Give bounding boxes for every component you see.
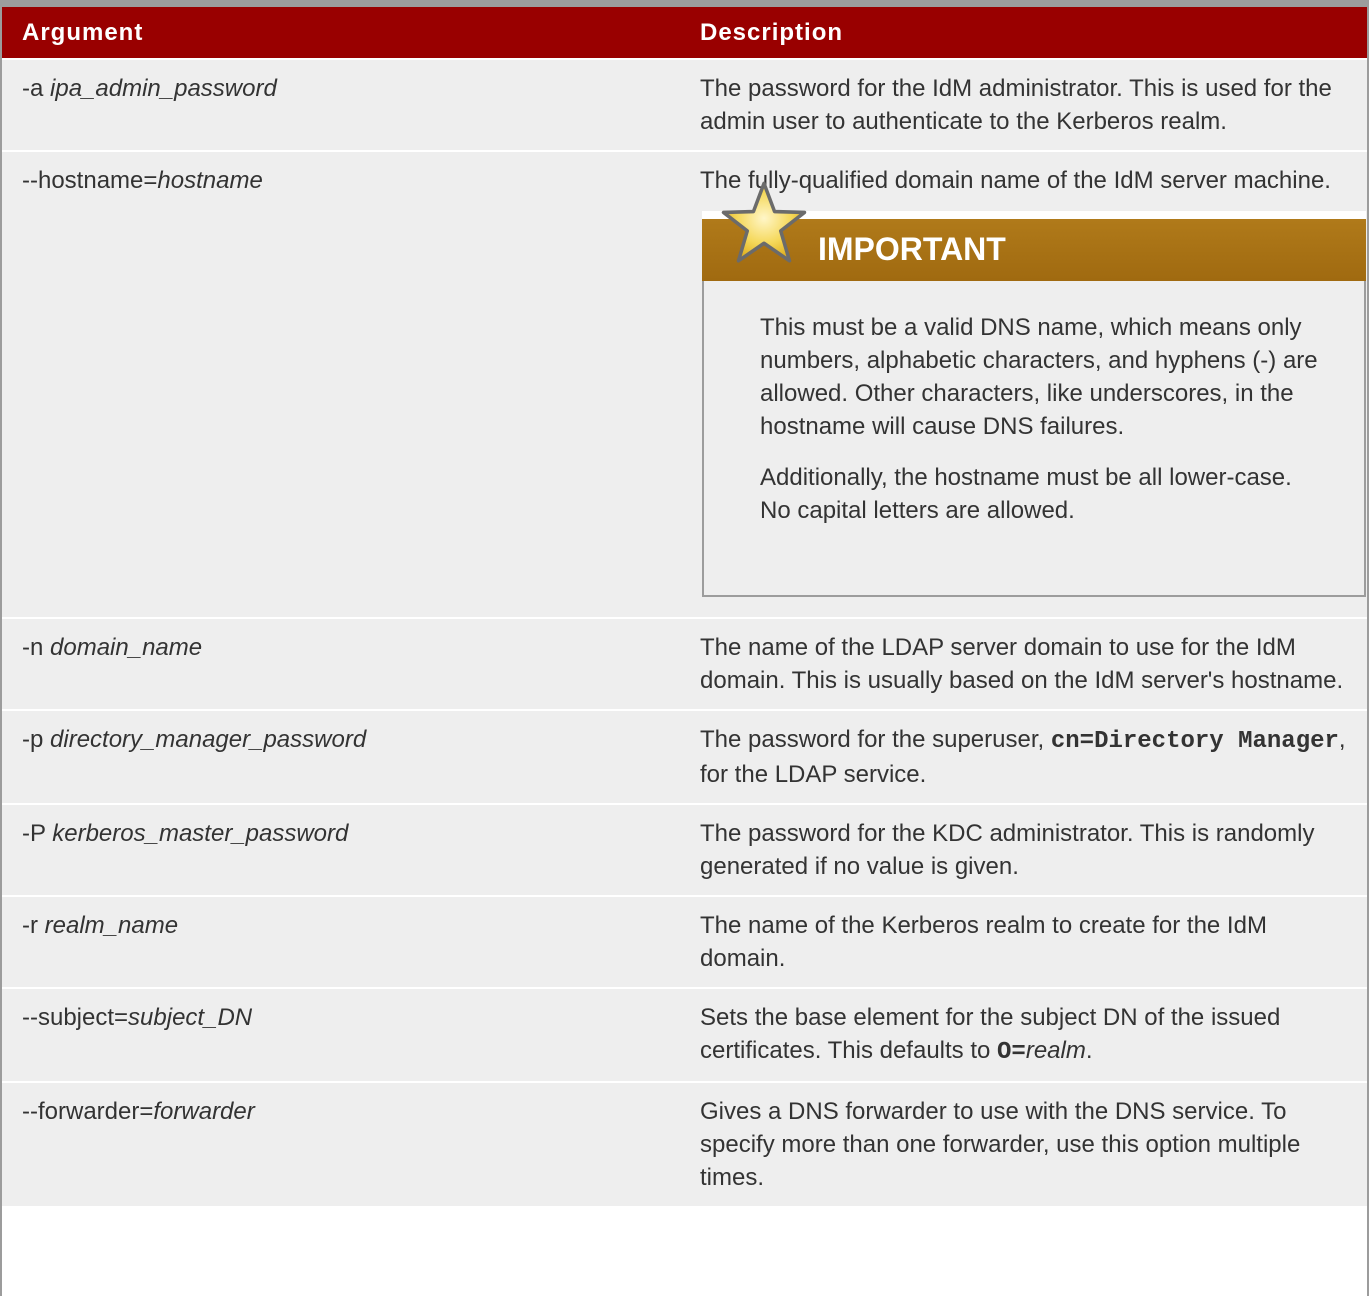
important-header: IMPORTANT: [702, 181, 1366, 281]
code-literal: cn=Directory Manager: [1050, 728, 1339, 755]
description-cell: The name of the Kerberos realm to create…: [681, 895, 1367, 988]
argument-cell: --subject=subject_DN: [2, 987, 681, 1082]
table-row: -a ipa_admin_password The password for t…: [2, 58, 1367, 151]
important-title: IMPORTANT: [818, 231, 1006, 267]
description-cell: The password for the KDC administrator. …: [681, 803, 1367, 896]
important-admonition: IMPORTANT This must be a valid DNS name,…: [702, 181, 1366, 597]
argument-cell: -p directory_manager_password: [2, 709, 681, 804]
star-icon: [721, 181, 807, 263]
description-cell: The password for the superuser, cn=Direc…: [681, 709, 1367, 804]
header-argument: Argument: [2, 7, 681, 59]
table-row: --forwarder=forwarder Gives a DNS forwar…: [2, 1081, 1367, 1206]
table-row: -r realm_name The name of the Kerberos r…: [2, 895, 1367, 988]
description-cell: The name of the LDAP server domain to us…: [681, 617, 1367, 710]
description-cell: The password for the IdM administrator. …: [681, 58, 1367, 151]
argument-cell: --hostname=hostname: [2, 150, 681, 618]
header-description: Description: [681, 7, 1367, 59]
description-cell: The fully-qualified domain name of the I…: [681, 150, 1367, 618]
important-paragraph: Additionally, the hostname must be all l…: [760, 464, 1292, 524]
important-body: This must be a valid DNS name, which mea…: [702, 281, 1366, 597]
important-paragraph: This must be a valid DNS name, which mea…: [760, 314, 1318, 440]
table-row: -n domain_name The name of the LDAP serv…: [2, 617, 1367, 710]
table-row: --hostname=hostname The fully-qualified …: [2, 150, 1367, 618]
table-header-row: Argument Description: [2, 7, 1367, 59]
argument-cell: -r realm_name: [2, 895, 681, 988]
argument-cell: -n domain_name: [2, 617, 681, 710]
table-row: -P kerberos_master_password The password…: [2, 803, 1367, 896]
argument-cell: -a ipa_admin_password: [2, 58, 681, 151]
code-literal: O=: [997, 1039, 1026, 1066]
arguments-table: Argument Description -a ipa_admin_passwo…: [2, 7, 1367, 1206]
description-cell: Gives a DNS forwarder to use with the DN…: [681, 1081, 1367, 1206]
argument-cell: --forwarder=forwarder: [2, 1081, 681, 1206]
description-cell: Sets the base element for the subject DN…: [681, 987, 1367, 1082]
table-row: -p directory_manager_password The passwo…: [2, 709, 1367, 804]
argument-cell: -P kerberos_master_password: [2, 803, 681, 896]
table-row: --subject=subject_DN Sets the base eleme…: [2, 987, 1367, 1082]
